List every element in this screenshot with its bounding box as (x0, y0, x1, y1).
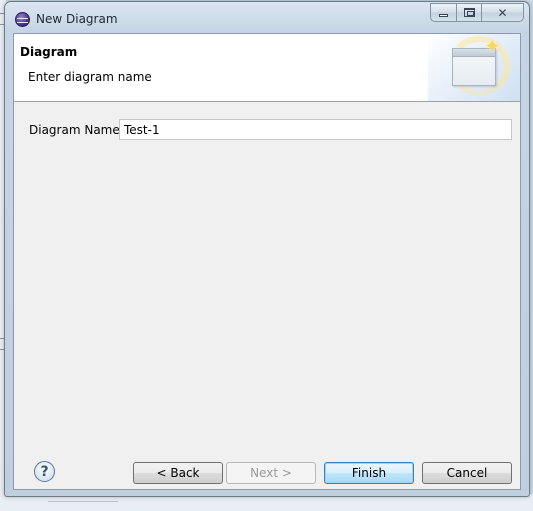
minimize-button[interactable] (430, 3, 456, 22)
title-bar[interactable]: New Diagram ✕ (5, 2, 529, 34)
next-button[interactable]: Next > (226, 462, 316, 484)
diagram-name-input[interactable] (119, 119, 512, 140)
maximize-button[interactable] (456, 3, 481, 22)
caption-buttons: ✕ (430, 3, 524, 22)
help-icon[interactable]: ? (34, 461, 55, 482)
dialog-client-area: Diagram Enter diagram name ✦ Diagram Nam… (13, 33, 521, 490)
cancel-button[interactable]: Cancel (422, 462, 512, 484)
wizard-banner: Diagram Enter diagram name ✦ (14, 34, 520, 102)
close-icon: ✕ (497, 5, 508, 20)
window-title: New Diagram (36, 12, 118, 26)
wizard-page-description: Enter diagram name (28, 70, 152, 84)
diagram-name-label: Diagram Name (29, 123, 120, 137)
new-diagram-dialog: New Diagram ✕ Diagram Enter diagram name… (4, 1, 530, 497)
wizard-banner-image: ✦ (428, 34, 520, 101)
maximize-icon (463, 8, 475, 17)
close-button[interactable]: ✕ (481, 3, 524, 22)
wizard-page-title: Diagram (20, 45, 78, 59)
eclipse-icon (15, 12, 30, 27)
finish-button[interactable]: Finish (324, 462, 414, 484)
back-button[interactable]: < Back (133, 462, 223, 484)
minimize-icon (439, 14, 448, 17)
sparkle-icon: ✦ (484, 34, 501, 58)
